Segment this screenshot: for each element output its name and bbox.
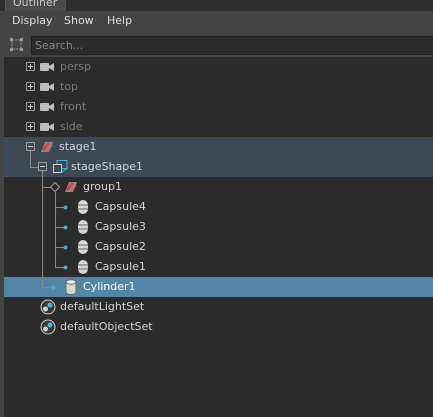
tree-item-label: Capsule1 [95, 260, 146, 273]
tree-connector [30, 151, 31, 168]
tree-item-label: side [60, 120, 83, 133]
tree-item-label: persp [60, 60, 91, 73]
stage-icon [41, 142, 53, 153]
tree-item-top[interactable]: top [4, 77, 433, 97]
tree-connector [42, 187, 50, 188]
tree-connector [30, 167, 38, 168]
tree-item-label: top [60, 80, 79, 93]
menu-show[interactable]: Show [64, 13, 94, 28]
tree-item-stageShape1[interactable]: stageShape1 [4, 157, 433, 177]
tree-item-label: Capsule2 [95, 240, 146, 253]
connector-dot-icon [63, 265, 68, 270]
expand-icon[interactable] [26, 122, 35, 131]
menu-display[interactable]: Display [12, 13, 53, 28]
connector-dot-icon [63, 245, 68, 250]
connector-dot-icon [63, 205, 68, 210]
tree-item-persp[interactable]: persp [4, 57, 433, 77]
object-set-icon [40, 299, 56, 315]
search-input[interactable] [31, 36, 433, 55]
tree-item-group1[interactable]: group1 [4, 177, 433, 197]
tree-item-label: group1 [83, 180, 122, 193]
camera-icon [40, 83, 54, 91]
tree-item-stage1[interactable]: stage1 [4, 137, 433, 157]
tree-item-label: Capsule4 [95, 200, 146, 213]
search-row [0, 33, 433, 57]
expand-diamond-icon[interactable] [50, 182, 60, 192]
tree-item-side[interactable]: side [4, 117, 433, 137]
tree-item-label: defaultObjectSet [60, 320, 153, 333]
tree-item-label: defaultLightSet [60, 300, 145, 313]
filter-icon[interactable] [10, 38, 23, 51]
tree-item-defaultObjectSet[interactable]: defaultObjectSet [4, 317, 433, 337]
capsule-icon [78, 200, 88, 214]
outliner-tab[interactable]: Outliner [5, 0, 66, 11]
cylinder-icon [65, 279, 77, 295]
capsule-icon [78, 240, 88, 254]
capsule-icon [78, 260, 88, 274]
menubar: Display Show Help [0, 11, 433, 32]
shape-icon [53, 160, 68, 173]
tree-item-cylinder1[interactable]: Cylinder1 [4, 277, 433, 297]
camera-icon [40, 103, 54, 111]
collapse-icon[interactable] [26, 142, 35, 151]
tree-item-label: front [60, 100, 87, 113]
menu-help[interactable]: Help [107, 13, 132, 28]
camera-icon [40, 63, 54, 71]
tree-item-front[interactable]: front [4, 97, 433, 117]
expand-icon[interactable] [26, 102, 35, 111]
tree-item-label: stage1 [59, 140, 97, 153]
object-set-icon [40, 319, 56, 335]
capsule-icon [78, 220, 88, 234]
tree-connector [42, 171, 43, 287]
tree-item-label: Capsule3 [95, 220, 146, 233]
collapse-icon[interactable] [38, 162, 47, 171]
expand-icon[interactable] [26, 62, 35, 71]
transform-group-icon [65, 182, 77, 193]
tree-item-label: Cylinder1 [83, 280, 136, 293]
outliner-tree[interactable]: persp top front side stage1 stageShape1 … [4, 57, 433, 417]
tree-connector [55, 192, 56, 267]
outliner-titlebar: Outliner [0, 0, 433, 11]
connector-dot-icon [51, 285, 56, 290]
connector-dot-icon [63, 225, 68, 230]
tree-item-defaultLightSet[interactable]: defaultLightSet [4, 297, 433, 317]
expand-icon[interactable] [26, 82, 35, 91]
tree-item-label: stageShape1 [71, 160, 143, 173]
camera-icon [40, 123, 54, 131]
